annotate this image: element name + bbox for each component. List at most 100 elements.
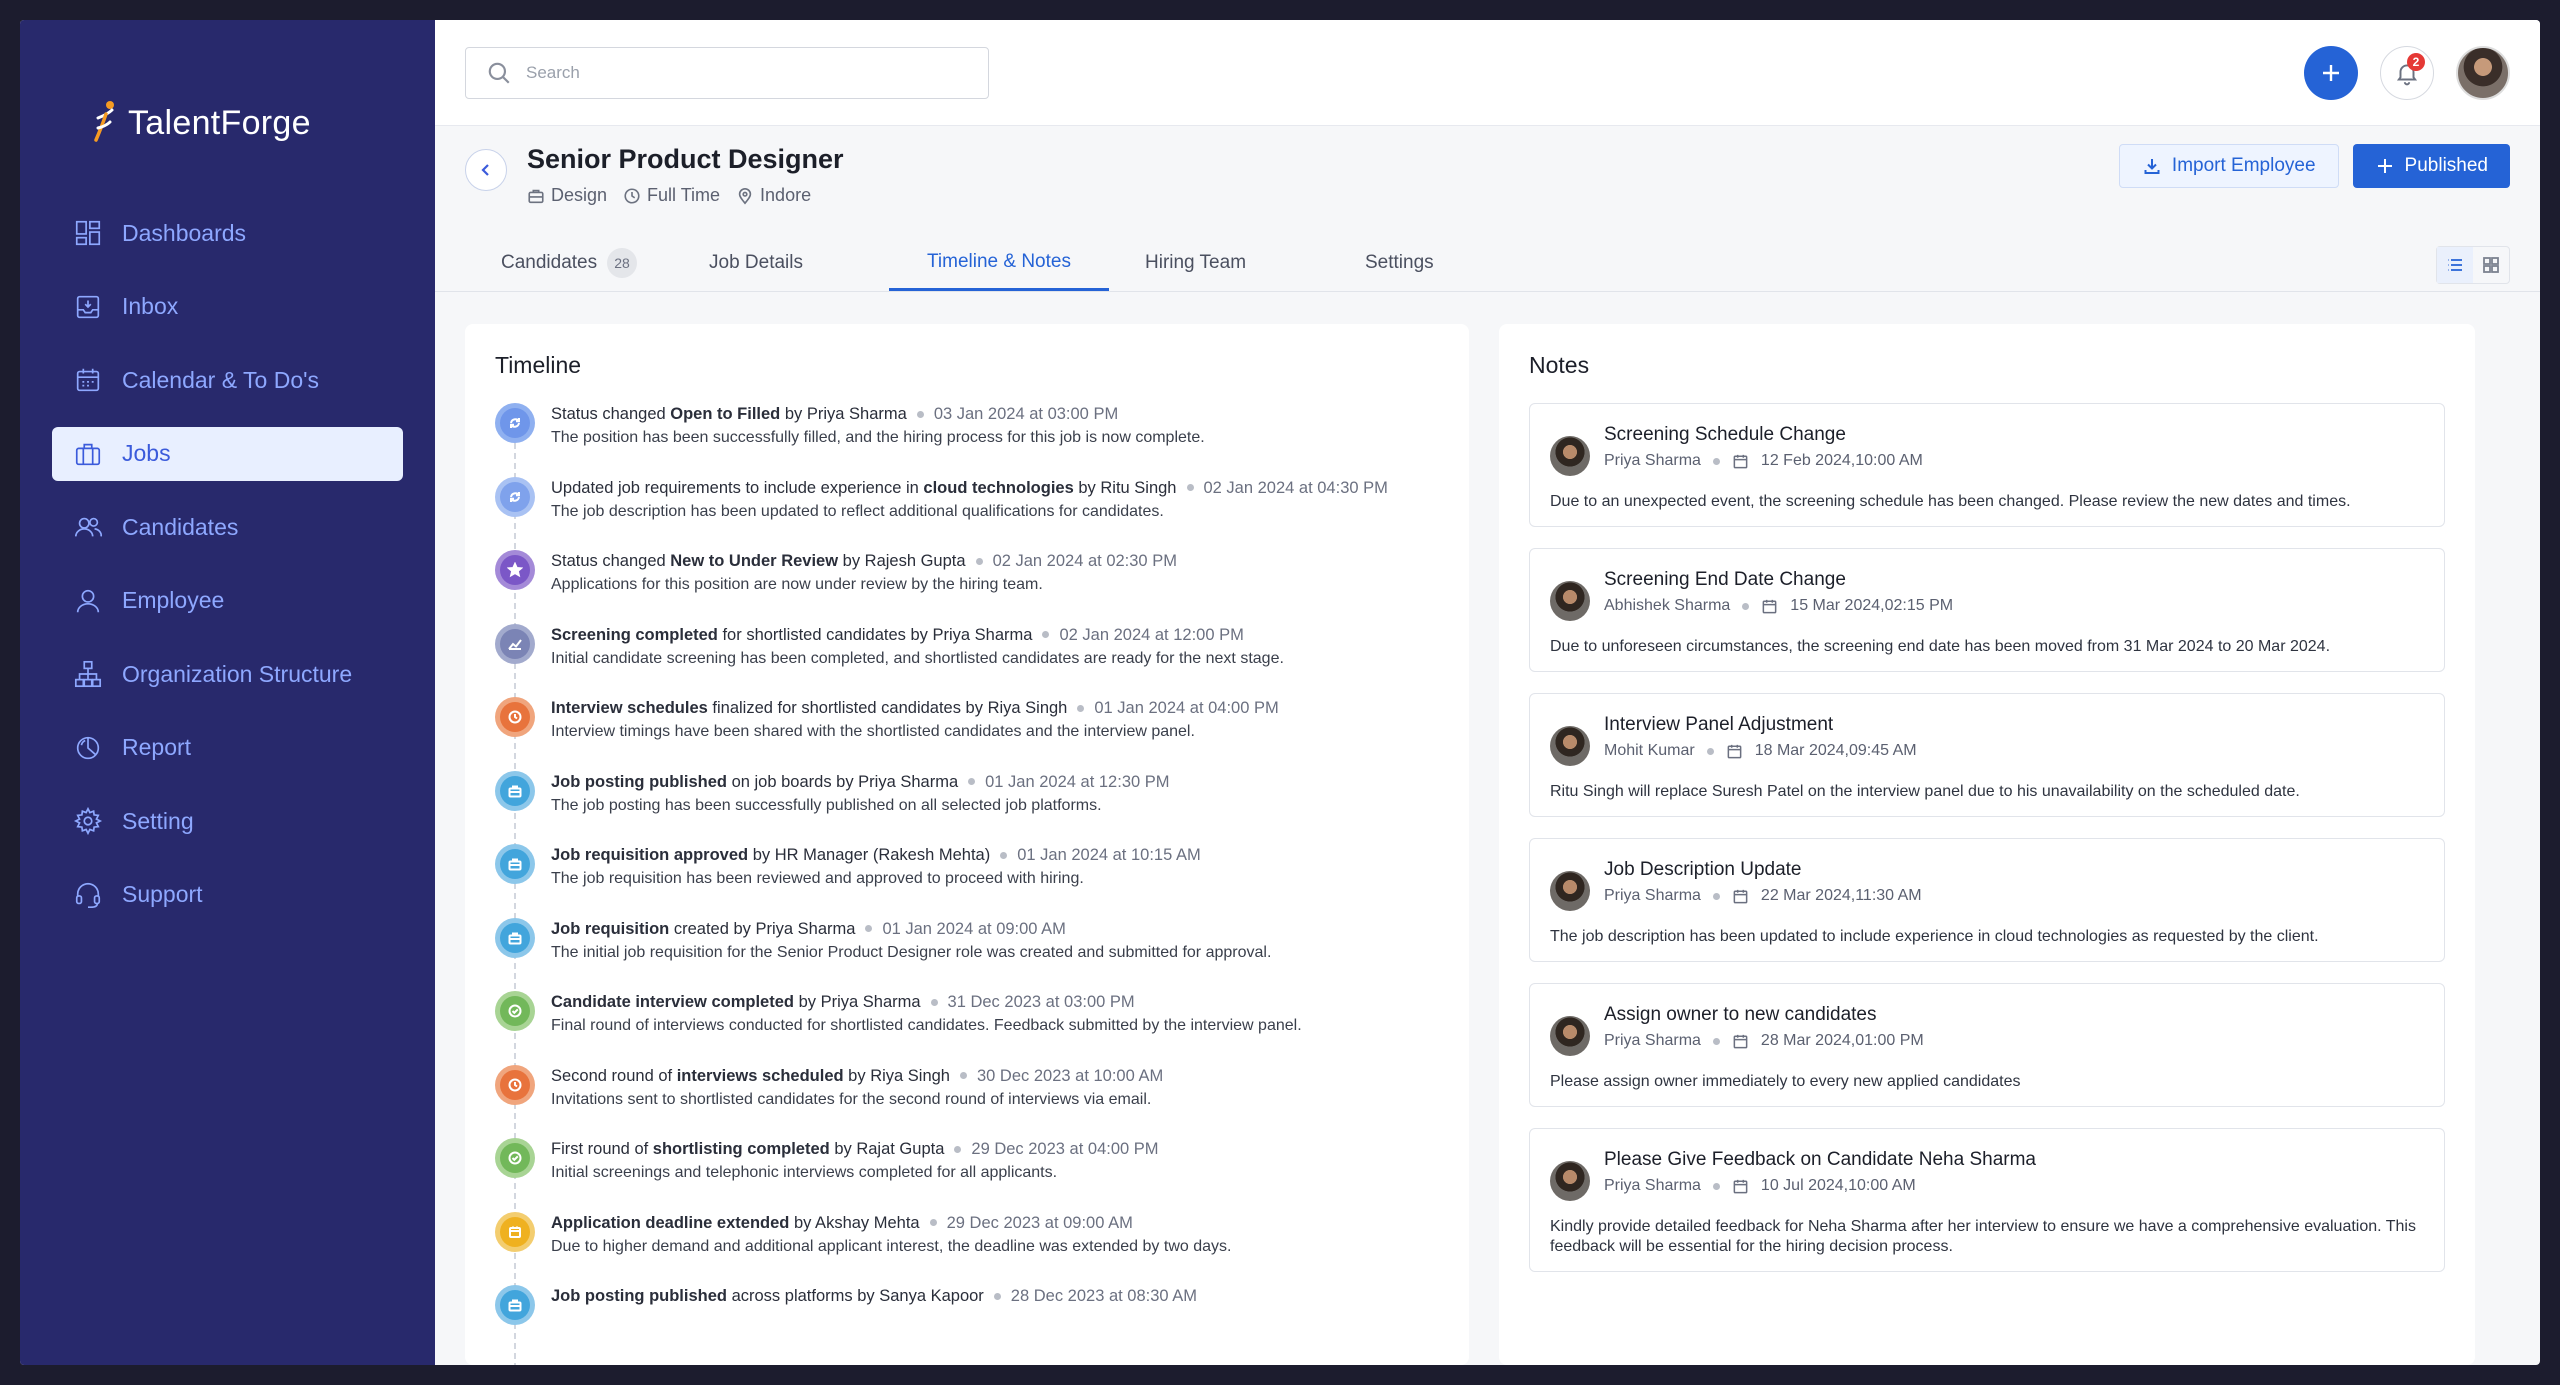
note-header: Interview Panel Adjustment Mohit Kumar 18 … bbox=[1550, 710, 2424, 766]
event-suffix: finalized for shortlisted candidates by … bbox=[707, 699, 1068, 717]
timeline-item: Screening completed for shortlisted cand… bbox=[495, 623, 1439, 698]
separator-dot bbox=[1186, 484, 1194, 491]
notifications-button[interactable]: 2 bbox=[2380, 45, 2434, 100]
note-header: Please Give Feedback on Candidate Neha S… bbox=[1550, 1145, 2424, 1201]
timeline-item: Second round of interviews scheduled by … bbox=[495, 1064, 1439, 1139]
event-highlight: Job requisition approved bbox=[551, 846, 749, 864]
event-highlight: Job posting published bbox=[551, 1287, 727, 1305]
timeline-event: Interview schedules finalized for shortl… bbox=[551, 697, 1279, 719]
grid-view-button[interactable] bbox=[2473, 247, 2509, 283]
sidebar-item-setting[interactable]: Setting bbox=[52, 794, 403, 848]
note-date: 28 Mar 2024,01:00 PM bbox=[1760, 1032, 1924, 1049]
chart-icon bbox=[500, 628, 530, 659]
avatar bbox=[1550, 871, 1590, 911]
separator-dot bbox=[1712, 1182, 1720, 1190]
job-header: Senior Product Designer Design Full Time bbox=[435, 126, 2540, 206]
note-card[interactable]: Please Give Feedback on Candidate Neha S… bbox=[1529, 1128, 2445, 1272]
avatar bbox=[1550, 436, 1590, 476]
separator-dot bbox=[1042, 631, 1050, 638]
job-location-label: Indore bbox=[760, 185, 812, 205]
event-prefix: Status changed bbox=[551, 405, 671, 423]
sidebar-item-inbox[interactable]: Inbox bbox=[52, 280, 403, 334]
back-button[interactable] bbox=[465, 149, 507, 191]
sidebar-item-jobs[interactable]: Jobs bbox=[52, 426, 403, 481]
app-name: TalentForge bbox=[128, 103, 311, 142]
import-employee-button[interactable]: Import Employee bbox=[2118, 144, 2339, 188]
note-card[interactable]: Assign owner to new candidates Priya Shar… bbox=[1529, 983, 2445, 1107]
tab-timeline-notes[interactable]: Timeline & Notes bbox=[889, 245, 1109, 291]
inbox-icon bbox=[72, 291, 104, 323]
sidebar-item-label: Support bbox=[122, 881, 203, 907]
note-header: Screening End Date Change Abhishek Sharma… bbox=[1550, 565, 2424, 621]
sidebar-item-calendar-to-do-s[interactable]: Calendar & To Do's bbox=[52, 353, 403, 407]
candidates-count-badge: 28 bbox=[607, 248, 637, 278]
timeline-event: Screening completed for shortlisted cand… bbox=[551, 624, 1284, 646]
timeline-text: Interview schedules finalized for shortl… bbox=[551, 697, 1279, 771]
event-date: 03 Jan 2024 at 03:00 PM bbox=[933, 405, 1119, 423]
user-avatar[interactable] bbox=[2456, 45, 2510, 100]
note-title: Interview Panel Adjustment bbox=[1604, 714, 1834, 735]
separator-dot bbox=[865, 925, 873, 932]
calendar-icon bbox=[1733, 889, 1748, 903]
note-card[interactable]: Job Description Update Priya Sharma 22 Mar… bbox=[1529, 838, 2445, 962]
location-pin-icon bbox=[738, 187, 752, 204]
published-button[interactable]: Published bbox=[2352, 144, 2510, 188]
job-title: Senior Product Designer bbox=[527, 144, 844, 174]
note-header: Assign owner to new candidates Priya Shar… bbox=[1550, 1000, 2424, 1056]
list-view-button[interactable] bbox=[2437, 247, 2473, 283]
job-department-label: Design bbox=[551, 185, 608, 205]
event-highlight: Interview schedules bbox=[551, 699, 708, 717]
tab-candidates[interactable]: Candidates 28 bbox=[465, 245, 673, 291]
event-suffix: for shortlisted candidates by Priya Shar… bbox=[717, 625, 1033, 644]
top-actions: 2 bbox=[2304, 45, 2510, 100]
note-header: Job Description Update Priya Sharma 22 Mar… bbox=[1550, 855, 2424, 911]
briefcase-icon bbox=[72, 438, 104, 470]
timeline-event: Second round of interviews scheduled by … bbox=[551, 1065, 1163, 1087]
sidebar-item-dashboards[interactable]: Dashboards bbox=[52, 206, 403, 260]
event-highlight: shortlisting completed bbox=[652, 1140, 830, 1158]
event-description: The job requisition has been reviewed an… bbox=[551, 870, 1084, 887]
chevron-left-icon bbox=[481, 164, 489, 176]
sidebar-item-support[interactable]: Support bbox=[52, 868, 403, 922]
tab-settings[interactable]: Settings bbox=[1329, 245, 1529, 291]
search-box[interactable] bbox=[465, 46, 989, 99]
sidebar-item-report[interactable]: Report bbox=[52, 721, 403, 775]
tab-job-details[interactable]: Job Details bbox=[673, 245, 889, 291]
timeline-event-text: Job posting published on job boards by P… bbox=[551, 771, 958, 793]
gear-icon bbox=[72, 805, 104, 837]
timeline-marker bbox=[495, 770, 535, 811]
timeline-marker bbox=[495, 917, 535, 958]
timeline-event: Updated job requirements to include expe… bbox=[551, 477, 1388, 499]
event-date: 29 Dec 2023 at 09:00 AM bbox=[946, 1213, 1133, 1232]
timeline-event: Job posting published on job boards by P… bbox=[551, 771, 1170, 793]
add-button[interactable] bbox=[2304, 45, 2358, 100]
job-department: Design bbox=[527, 185, 607, 206]
timeline-item: Interview schedules finalized for shortl… bbox=[495, 697, 1439, 771]
event-suffix: on job boards by Priya Sharma bbox=[727, 772, 959, 791]
avatar bbox=[1550, 581, 1590, 621]
timeline-text: Second round of interviews scheduled by … bbox=[551, 1065, 1163, 1139]
timeline-text: Candidate interview completed by Priya S… bbox=[551, 991, 1302, 1065]
timeline-event-text: Job posting published across platforms b… bbox=[551, 1285, 984, 1307]
import-employee-label: Import Employee bbox=[2171, 155, 2316, 176]
event-prefix: First round of bbox=[551, 1140, 653, 1158]
timeline-event-text: Candidate interview completed by Priya S… bbox=[551, 991, 921, 1013]
note-card[interactable]: Interview Panel Adjustment Mohit Kumar 18 … bbox=[1529, 693, 2445, 817]
timeline-event: Status changed Open to Filled by Priya S… bbox=[551, 403, 1205, 425]
timeline-text: Job requisition approved by HR Manager (… bbox=[551, 844, 1201, 918]
event-highlight: New to Under Review bbox=[670, 552, 839, 570]
main-area: 2 Senior Product Designer Design bbox=[435, 20, 2540, 1365]
note-card[interactable]: Screening Schedule Change Priya Sharma 12 … bbox=[1529, 403, 2445, 527]
tab-hiring-team[interactable]: Hiring Team bbox=[1109, 245, 1329, 291]
event-description: The job description has been updated to … bbox=[551, 502, 1164, 520]
app-logo[interactable]: TalentForge bbox=[92, 100, 403, 146]
briefcase-icon bbox=[500, 849, 530, 879]
search-input[interactable] bbox=[526, 62, 968, 83]
sidebar-item-employee[interactable]: Employee bbox=[52, 574, 403, 628]
event-highlight: Screening completed bbox=[551, 625, 718, 644]
sidebar-item-candidates[interactable]: Candidates bbox=[52, 500, 403, 554]
sidebar-item-organization-structure[interactable]: Organization Structure bbox=[52, 647, 403, 701]
note-meta: Mohit Kumar 18 Mar 2024,09:45 AM bbox=[1604, 742, 1917, 760]
plus-icon bbox=[2377, 159, 2392, 173]
note-card[interactable]: Screening End Date Change Abhishek Sharma… bbox=[1529, 548, 2445, 672]
